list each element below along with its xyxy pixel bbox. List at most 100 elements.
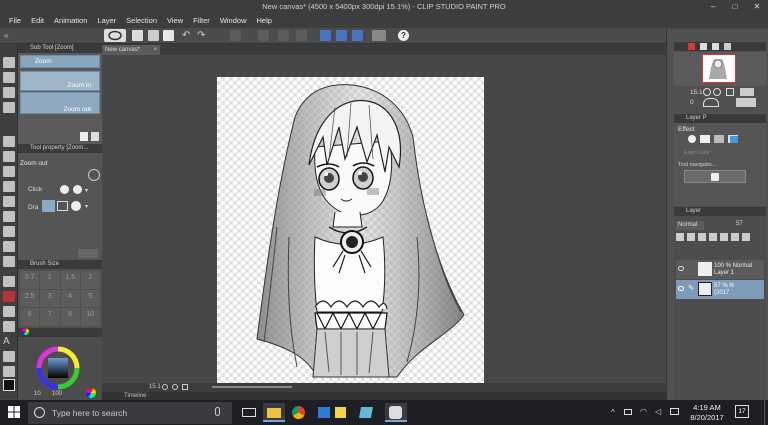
- selection-tool-icon[interactable]: [3, 136, 15, 147]
- brush-size-option[interactable]: 4: [60, 289, 80, 308]
- menu-layer[interactable]: Layer: [92, 14, 121, 28]
- navigator-thumbnail[interactable]: [702, 54, 736, 83]
- clear-icon[interactable]: [230, 30, 241, 41]
- menu-view[interactable]: View: [162, 14, 188, 28]
- chevron-down-icon[interactable]: ▾: [85, 203, 88, 210]
- help-icon[interactable]: ?: [398, 30, 409, 41]
- zoom-in-icon[interactable]: [162, 384, 168, 390]
- zoom-tool-icon[interactable]: [3, 57, 15, 68]
- eye-icon[interactable]: [678, 266, 684, 271]
- display-settings-icon[interactable]: [372, 30, 386, 41]
- rotate-tool-icon[interactable]: [3, 87, 15, 98]
- menu-file[interactable]: File: [4, 14, 26, 28]
- layer-row[interactable]: 100 % Normal Layer 1: [676, 260, 764, 279]
- navigator-fit-icon[interactable]: [726, 88, 734, 96]
- pencil-tool-icon[interactable]: [3, 196, 15, 207]
- gradient-tool-icon[interactable]: [3, 291, 15, 302]
- canvas-tab[interactable]: New canvas* ×: [102, 45, 160, 55]
- taskbar-clock[interactable]: 4:19 AM 8/20/2017: [690, 403, 724, 423]
- effect-border-icon[interactable]: [688, 135, 696, 143]
- layer-row-selected[interactable]: ✎ 57 % N (2017: [676, 280, 764, 299]
- tool-property-settings-icon[interactable]: [78, 249, 98, 258]
- rotate-left-icon[interactable]: [703, 98, 719, 107]
- magnifier-icon[interactable]: [88, 169, 100, 181]
- language-icon[interactable]: [670, 408, 679, 415]
- eraser-tool-icon[interactable]: [3, 256, 15, 267]
- close-tab-icon[interactable]: ×: [153, 45, 157, 55]
- delete-subtool-icon[interactable]: [91, 132, 99, 141]
- action-center-button[interactable]: 17: [735, 405, 749, 418]
- balloon-tool-icon[interactable]: [3, 351, 15, 362]
- new-raster-layer-icon[interactable]: [676, 233, 684, 241]
- lasso-tool-icon[interactable]: [3, 151, 15, 162]
- effect-tone-icon[interactable]: [700, 135, 710, 143]
- new-folder-icon[interactable]: [698, 233, 706, 241]
- chrome-app[interactable]: [288, 403, 310, 422]
- blend-mode-select[interactable]: Normal: [676, 221, 704, 230]
- menu-selection[interactable]: Selection: [121, 14, 162, 28]
- menu-help[interactable]: Help: [252, 14, 277, 28]
- zoom-out-icon[interactable]: [172, 384, 178, 390]
- open-icon[interactable]: [148, 30, 159, 41]
- invert-selection-icon[interactable]: [296, 30, 307, 41]
- battery-icon[interactable]: [624, 409, 632, 415]
- chevron-down-icon[interactable]: ▾: [85, 187, 88, 194]
- undo-icon[interactable]: ↶: [182, 30, 193, 41]
- deselect-icon[interactable]: [278, 30, 289, 41]
- sticky-notes-app[interactable]: [330, 403, 352, 422]
- navigator-tab-icon[interactable]: [688, 43, 695, 50]
- brush-size-tab[interactable]: Brush Size: [30, 261, 59, 267]
- brush-size-option[interactable]: 10: [80, 308, 100, 326]
- redo-icon[interactable]: ↷: [197, 30, 208, 41]
- brush-size-option[interactable]: 3: [40, 289, 60, 308]
- brush-size-option[interactable]: 0.7: [20, 271, 40, 289]
- clip-studio-app[interactable]: [385, 403, 407, 422]
- subtool-item-zoom[interactable]: Zoom: [20, 55, 100, 68]
- text-tool-icon[interactable]: A: [3, 336, 15, 347]
- navigator-flip-icon[interactable]: [740, 88, 754, 96]
- airbrush-tool-icon[interactable]: [3, 226, 15, 237]
- snap-ruler-icon[interactable]: [320, 30, 331, 41]
- frame-tool-icon[interactable]: [3, 321, 15, 332]
- menu-window[interactable]: Window: [215, 14, 252, 28]
- taskbar-search[interactable]: Type here to search: [28, 402, 232, 424]
- hand-tool-icon[interactable]: [3, 72, 15, 83]
- effect-texture-icon[interactable]: [714, 135, 724, 143]
- brush-size-option[interactable]: 6: [20, 308, 40, 326]
- rotate-right-icon[interactable]: [736, 98, 756, 107]
- tool-property-tab[interactable]: Tool property [Zoom...: [30, 145, 88, 151]
- decoration-tool-icon[interactable]: [3, 241, 15, 252]
- clip-layer-icon[interactable]: [709, 233, 717, 241]
- microphone-icon[interactable]: [215, 407, 220, 416]
- task-view-button[interactable]: [238, 403, 260, 422]
- close-button[interactable]: ✕: [746, 0, 768, 14]
- brush-size-option[interactable]: 8: [60, 308, 80, 326]
- clip-studio-button[interactable]: [104, 29, 126, 42]
- figure-tool-icon[interactable]: [3, 306, 15, 317]
- color-mode-icon[interactable]: [86, 388, 96, 398]
- zoom-in-click-radio[interactable]: [60, 185, 69, 194]
- menu-filter[interactable]: Filter: [188, 14, 215, 28]
- brush-size-option[interactable]: 5: [80, 289, 100, 308]
- windows-start-button[interactable]: [8, 406, 20, 418]
- subview-tab-icon[interactable]: [700, 43, 707, 50]
- drag-mode-option-3[interactable]: [71, 201, 81, 211]
- file-explorer-app[interactable]: [263, 403, 285, 422]
- drag-mode-option-2[interactable]: [57, 201, 68, 211]
- volume-icon[interactable]: ◁: [655, 407, 661, 416]
- delete-layer-icon[interactable]: [742, 233, 750, 241]
- tool-navigation-button[interactable]: [684, 170, 746, 183]
- navigator-zoom-in-icon[interactable]: [703, 88, 711, 96]
- brush-size-option[interactable]: 1: [40, 271, 60, 289]
- menu-animation[interactable]: Animation: [49, 14, 92, 28]
- item-bank-tab-icon[interactable]: [712, 43, 719, 50]
- mask-icon[interactable]: [731, 233, 739, 241]
- canvas-paper[interactable]: [217, 77, 484, 385]
- lock-layer-icon[interactable]: [720, 233, 728, 241]
- brush-size-option[interactable]: 2: [80, 271, 100, 289]
- wifi-icon[interactable]: ◠: [640, 407, 647, 416]
- pen-tool-icon[interactable]: [3, 181, 15, 192]
- zoom-out-click-radio[interactable]: [73, 185, 82, 194]
- new-vector-layer-icon[interactable]: [687, 233, 695, 241]
- layer-tab[interactable]: Layer: [686, 208, 701, 214]
